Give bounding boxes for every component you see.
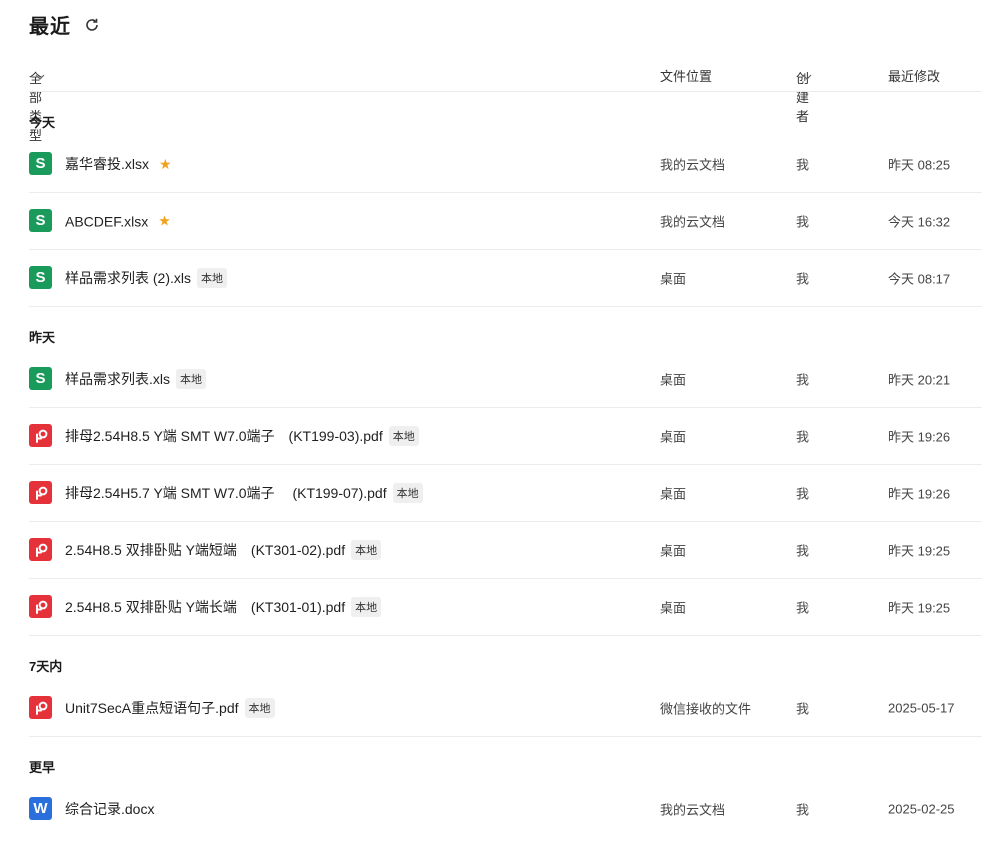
file-row[interactable]: Unit7SecA重点短语句子.pdf 本地 微信接收的文件 我 2025-05-17	[29, 696, 982, 765]
file-location: 我的云文档	[660, 802, 726, 818]
file-location: 桌面	[660, 486, 687, 502]
file-location: 我的云文档	[660, 214, 726, 230]
local-badge: 本地	[392, 483, 423, 503]
file-location: 我的云文档	[660, 157, 726, 173]
file-name[interactable]: 排母2.54H5.7 Y端 SMT W7.0端子 (KT199-07).pdf 本…	[65, 483, 423, 503]
row-divider	[29, 736, 982, 737]
modified-column-header: 最近修改	[888, 69, 941, 84]
chevron-down-icon	[35, 68, 45, 83]
file-name-text: 2.54H8.5 双排卧贴 Y端长端 (KT301-01).pdf	[65, 599, 346, 615]
file-location: 桌面	[660, 429, 687, 445]
file-modified: 2025-02-25	[888, 801, 955, 817]
file-creator: 我	[796, 372, 810, 388]
file-modified: 昨天 19:26	[888, 486, 951, 502]
file-creator: 我	[796, 802, 810, 818]
row-divider	[29, 192, 982, 193]
file-name-text: ABCDEF.xlsx	[65, 213, 149, 229]
file-name-text: Unit7SecA重点短语句子.pdf	[65, 700, 239, 716]
file-creator: 我	[796, 214, 810, 230]
file-name-text: 嘉华睿投.xlsx	[65, 156, 149, 172]
file-location: 桌面	[660, 543, 687, 559]
spreadsheet-file-icon: S	[29, 367, 52, 390]
file-creator: 我	[796, 271, 810, 287]
pdf-file-icon	[29, 595, 52, 618]
file-location: 桌面	[660, 600, 687, 616]
file-name[interactable]: 2.54H8.5 双排卧贴 Y端短端 (KT301-02).pdf 本地	[65, 540, 382, 560]
divider	[29, 91, 982, 92]
word-file-icon: W	[29, 797, 52, 820]
local-badge: 本地	[244, 698, 275, 718]
column-header-row: 全部类型 文件位置 创建者 最近修改	[29, 64, 982, 143]
row-divider	[29, 464, 982, 465]
local-badge: 本地	[351, 540, 382, 560]
page-title: 最近	[29, 16, 71, 38]
file-name[interactable]: Unit7SecA重点短语句子.pdf 本地	[65, 698, 275, 718]
file-row[interactable]: S 样品需求列表 (2).xls 本地 桌面 我 今天 08:17	[29, 266, 982, 335]
file-name-text: 综合记录.docx	[65, 801, 155, 817]
file-modified: 2025-05-17	[888, 700, 955, 716]
pdf-file-icon	[29, 481, 52, 504]
row-divider	[29, 407, 982, 408]
file-name-text: 2.54H8.5 双排卧贴 Y端短端 (KT301-02).pdf	[65, 542, 346, 558]
star-icon[interactable]: ★	[158, 213, 171, 230]
row-divider	[29, 249, 982, 250]
local-badge: 本地	[197, 268, 227, 288]
refresh-icon[interactable]	[83, 16, 101, 34]
file-modified: 昨天 19:26	[888, 429, 951, 445]
pdf-file-icon	[29, 696, 52, 719]
row-divider	[29, 635, 982, 636]
file-name-text: 样品需求列表.xls	[65, 371, 170, 387]
file-modified: 今天 08:17	[888, 271, 951, 287]
file-creator: 我	[796, 543, 810, 559]
file-creator: 我	[796, 701, 810, 717]
file-modified: 昨天 19:25	[888, 600, 951, 616]
local-badge: 本地	[351, 597, 382, 617]
spreadsheet-file-icon: S	[29, 152, 52, 175]
file-name[interactable]: 嘉华睿投.xlsx ★	[65, 154, 172, 174]
star-icon[interactable]: ★	[159, 156, 172, 173]
file-row[interactable]: W 综合记录.docx 我的云文档 我 2025-02-25	[29, 797, 982, 866]
file-name[interactable]: 样品需求列表 (2).xls 本地	[65, 268, 227, 288]
file-name-text: 排母2.54H5.7 Y端 SMT W7.0端子 (KT199-07).pdf	[65, 485, 387, 501]
file-name-text: 样品需求列表 (2).xls	[65, 270, 191, 286]
file-name[interactable]: 2.54H8.5 双排卧贴 Y端长端 (KT301-01).pdf 本地	[65, 597, 382, 617]
file-name-text: 排母2.54H8.5 Y端 SMT W7.0端子 (KT199-03).pdf	[65, 428, 383, 444]
file-name[interactable]: 排母2.54H8.5 Y端 SMT W7.0端子 (KT199-03).pdf 本…	[65, 426, 419, 446]
file-creator: 我	[796, 429, 810, 445]
file-name[interactable]: ABCDEF.xlsx ★	[65, 213, 171, 230]
file-modified: 昨天 08:25	[888, 157, 951, 173]
page-header: 最近	[29, 10, 101, 39]
row-divider	[29, 306, 982, 307]
file-modified: 昨天 20:21	[888, 372, 951, 388]
location-column-header: 文件位置	[660, 69, 713, 84]
file-name[interactable]: 综合记录.docx	[65, 799, 154, 819]
file-location: 微信接收的文件	[660, 701, 752, 717]
row-divider	[29, 578, 982, 579]
file-creator: 我	[796, 486, 810, 502]
local-badge: 本地	[176, 369, 206, 389]
local-badge: 本地	[388, 426, 419, 446]
file-row[interactable]: 2.54H8.5 双排卧贴 Y端长端 (KT301-01).pdf 本地 桌面 我 昨天…	[29, 595, 982, 664]
spreadsheet-file-icon: S	[29, 266, 52, 289]
file-creator: 我	[796, 157, 810, 173]
file-location: 桌面	[660, 372, 687, 388]
file-location: 桌面	[660, 271, 687, 287]
pdf-file-icon	[29, 538, 52, 561]
file-creator: 我	[796, 600, 810, 616]
file-row[interactable]: S 嘉华睿投.xlsx ★ 我的云文档 我 昨天 08:25	[29, 152, 982, 221]
file-modified: 今天 16:32	[888, 214, 951, 230]
spreadsheet-file-icon: S	[29, 209, 52, 232]
chevron-down-icon	[802, 68, 812, 83]
section-today: 今天	[29, 115, 56, 130]
row-divider	[29, 521, 982, 522]
pdf-file-icon	[29, 424, 52, 447]
file-modified: 昨天 19:25	[888, 543, 951, 559]
file-name[interactable]: 样品需求列表.xls 本地	[65, 369, 206, 389]
